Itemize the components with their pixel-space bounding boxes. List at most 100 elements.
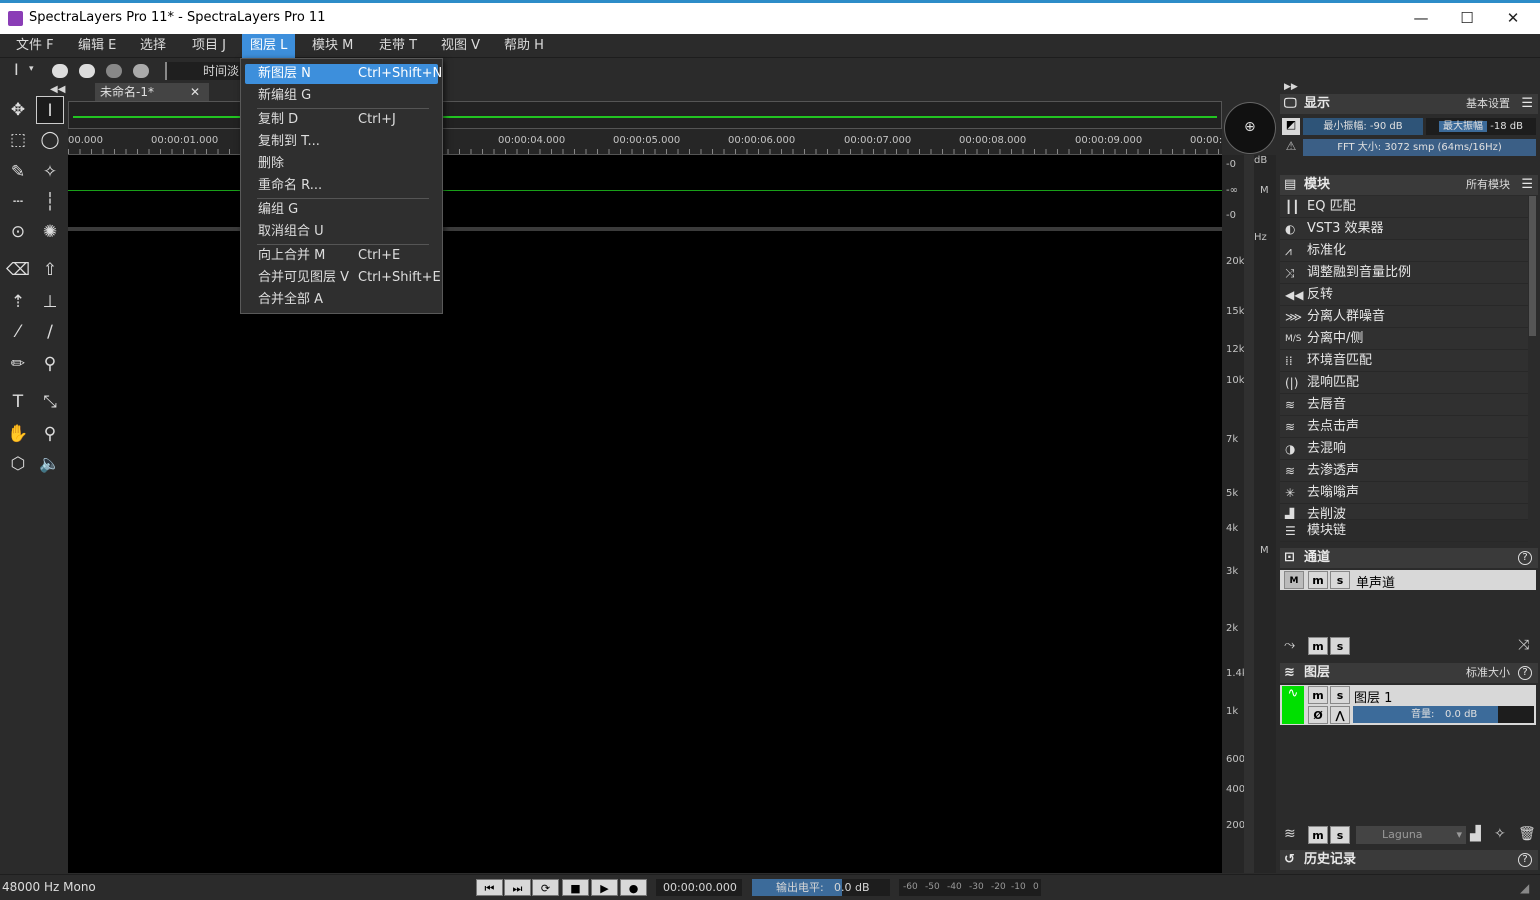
speaker-icon[interactable]: 🔈 (36, 450, 64, 478)
magic-layer-icon[interactable]: ✧ (1494, 826, 1506, 842)
rect-select-icon[interactable]: ⬚ (4, 126, 32, 154)
module-item[interactable]: ◑ 去混响 (1280, 438, 1528, 460)
module-item[interactable]: ⁞⁞ 环境音匹配 (1280, 350, 1528, 372)
layer-row[interactable]: ∿ m s 图层 1 Ø ⋀ 音量: 0.0 dB (1280, 685, 1536, 725)
channel-row[interactable]: M m s 单声道 (1280, 570, 1536, 591)
menu-project[interactable]: 项目 J (184, 34, 234, 58)
brush-hard-button[interactable] (52, 64, 68, 78)
heal-icon[interactable]: ⇡ (4, 288, 32, 316)
display-panel-header[interactable]: 🖵 显示 基本设置 ☰ (1280, 94, 1538, 114)
module-filter-select[interactable]: 所有模块 (1466, 175, 1510, 195)
stop-button[interactable]: ■ (562, 879, 589, 896)
menu-item-merge-all[interactable]: 合并全部 A (245, 290, 438, 310)
fft-size-slider[interactable]: FFT 大小: 3072 smp (64ms/16Hz) (1303, 139, 1536, 156)
3d-view-icon[interactable]: ⬡ (4, 450, 32, 478)
output-level-slider[interactable]: 输出电平: 0.0 dB (752, 879, 890, 896)
dropper-icon[interactable]: ⁄ (4, 318, 32, 346)
brush-double-button[interactable] (79, 64, 95, 78)
menu-layer[interactable]: 图层 L (242, 34, 296, 58)
collapse-icon[interactable]: ◀◀ (50, 84, 65, 95)
menu-help[interactable]: 帮助 H (496, 34, 552, 58)
menu-item-merge-up[interactable]: 向上合并 M Ctrl+E (245, 246, 438, 266)
brush-half-button[interactable] (133, 64, 149, 78)
magic-wand-icon[interactable]: ✧ (36, 158, 64, 186)
module-item[interactable]: M/S 分离中/侧 (1280, 328, 1528, 350)
burst-select-icon[interactable]: ✺ (36, 218, 64, 246)
max-amp-slider[interactable]: 最大振幅 -18 dB (1426, 118, 1536, 135)
pencil-icon[interactable]: ✏ (4, 350, 32, 378)
menu-select[interactable]: 选择 (132, 34, 174, 58)
module-chain-button[interactable]: ☰ 模块链 (1280, 520, 1528, 542)
module-item[interactable]: ⩘ 标准化 (1280, 240, 1528, 262)
menu-edit[interactable]: 编辑 E (70, 34, 124, 58)
module-item[interactable]: ≋ 去点击声 (1280, 416, 1528, 438)
help-icon[interactable]: ? (1518, 666, 1532, 680)
brush-soft-button[interactable] (106, 64, 122, 78)
module-item[interactable]: ▟ 去削波 (1280, 504, 1528, 520)
maximize-button[interactable]: ☐ (1444, 3, 1490, 34)
layers-panel-header[interactable]: ≋ 图层 标准大小 ? (1280, 663, 1538, 683)
menu-module[interactable]: 模块 M (304, 34, 361, 58)
module-item[interactable]: (|) 混响匹配 (1280, 372, 1528, 394)
blend-mode-select[interactable]: Laguna ▾ (1356, 826, 1466, 844)
display-preset-select[interactable]: 基本设置 (1466, 94, 1510, 114)
menu-item-duplicate[interactable]: 复制 D Ctrl+J (245, 110, 438, 130)
module-item[interactable]: ⋙ 分离人群噪音 (1280, 306, 1528, 328)
history-panel-header[interactable]: ↺ 历史记录 ? (1280, 850, 1538, 870)
channels-solo-all-button[interactable]: s (1330, 637, 1350, 655)
menu-item-new-layer[interactable]: 新图层 N Ctrl+Shift+N (245, 64, 442, 84)
channel-solo-button[interactable]: s (1330, 571, 1350, 589)
module-item[interactable]: ◐ VST3 效果器 (1280, 218, 1528, 240)
minimize-button[interactable]: — (1398, 3, 1444, 34)
time-display[interactable]: 00:00:00.000 (656, 879, 742, 896)
channel-m-button[interactable]: M (1284, 571, 1304, 589)
module-item[interactable]: ⤨ 调整融到音量比例 (1280, 262, 1528, 284)
module-item[interactable]: ≋ 去唇音 (1280, 394, 1528, 416)
menu-file[interactable]: 文件 F (8, 34, 62, 58)
close-window-button[interactable]: ✕ (1490, 3, 1536, 34)
move-tool-icon[interactable]: ✥ (4, 96, 32, 124)
menu-item-delete[interactable]: 删除 (245, 154, 438, 174)
time-select-tool-icon[interactable]: I (36, 96, 64, 124)
zoom-icon[interactable]: ⚲ (36, 420, 64, 448)
modules-panel-header[interactable]: ▤ 模块 所有模块 ☰ (1280, 175, 1538, 195)
clone-stamp-icon[interactable]: ⊥ (36, 288, 64, 316)
module-item[interactable]: ◀◀ 反转 (1280, 284, 1528, 306)
layer-solo-button[interactable]: s (1330, 686, 1350, 704)
chevron-down-icon[interactable]: ▾ (29, 64, 34, 74)
text-cursor-icon[interactable]: I (14, 60, 19, 79)
menu-item-merge-visible[interactable]: 合并可见图层 V Ctrl+Shift+E (245, 268, 441, 288)
channel-mute-button[interactable]: m (1308, 571, 1328, 589)
min-amp-slider[interactable]: 最小振幅: -90 dB (1303, 118, 1423, 135)
layer-mute-button[interactable]: m (1308, 686, 1328, 704)
hand-icon[interactable]: ✋ (4, 420, 32, 448)
menu-item-copy-to[interactable]: 复制到 T... (245, 132, 438, 152)
transient-select-icon[interactable]: ⊙ (4, 218, 32, 246)
help-icon[interactable]: ? (1518, 853, 1532, 867)
layer-stack-icon[interactable]: ≋ (1284, 826, 1296, 842)
eyedropper-icon[interactable]: ⤡ (36, 388, 64, 416)
document-tab[interactable]: 未命名-1* ✕ (95, 83, 209, 101)
module-item[interactable]: ✳ 去嗡嗡声 (1280, 482, 1528, 504)
help-icon[interactable]: ? (1518, 551, 1532, 565)
text-tool-icon[interactable]: T (4, 388, 32, 416)
menu-transport[interactable]: 走带 T (371, 34, 425, 58)
menu-item-new-group[interactable]: 新编组 G (245, 86, 438, 106)
spray-icon[interactable]: ⚲ (36, 350, 64, 378)
layers-solo-button[interactable]: s (1330, 826, 1350, 844)
module-item[interactable]: ┃┃ EQ 匹配 (1280, 196, 1528, 218)
loop-button[interactable]: ⟳ (532, 879, 559, 896)
menu-item-rename[interactable]: 重命名 R... (245, 176, 438, 196)
spectrogram-view[interactable] (68, 231, 1222, 873)
layers-mute-button[interactable]: m (1308, 826, 1328, 844)
vertical-select-icon[interactable]: ┆ (36, 188, 64, 216)
menu-view[interactable]: 视图 V (433, 34, 488, 58)
menu-item-ungroup[interactable]: 取消组合 U (245, 222, 438, 242)
expand-panel-icon[interactable]: ▶▶ (1284, 82, 1298, 92)
route-icon[interactable]: ⤳ (1284, 637, 1295, 653)
record-button[interactable]: ● (620, 879, 647, 896)
resize-grip-icon[interactable]: ◢ (1520, 881, 1529, 895)
eraser-icon[interactable]: ⌫ (4, 256, 32, 284)
envelope-button[interactable]: ⋀ (1330, 706, 1350, 724)
play-button[interactable]: ▶ (591, 879, 618, 896)
